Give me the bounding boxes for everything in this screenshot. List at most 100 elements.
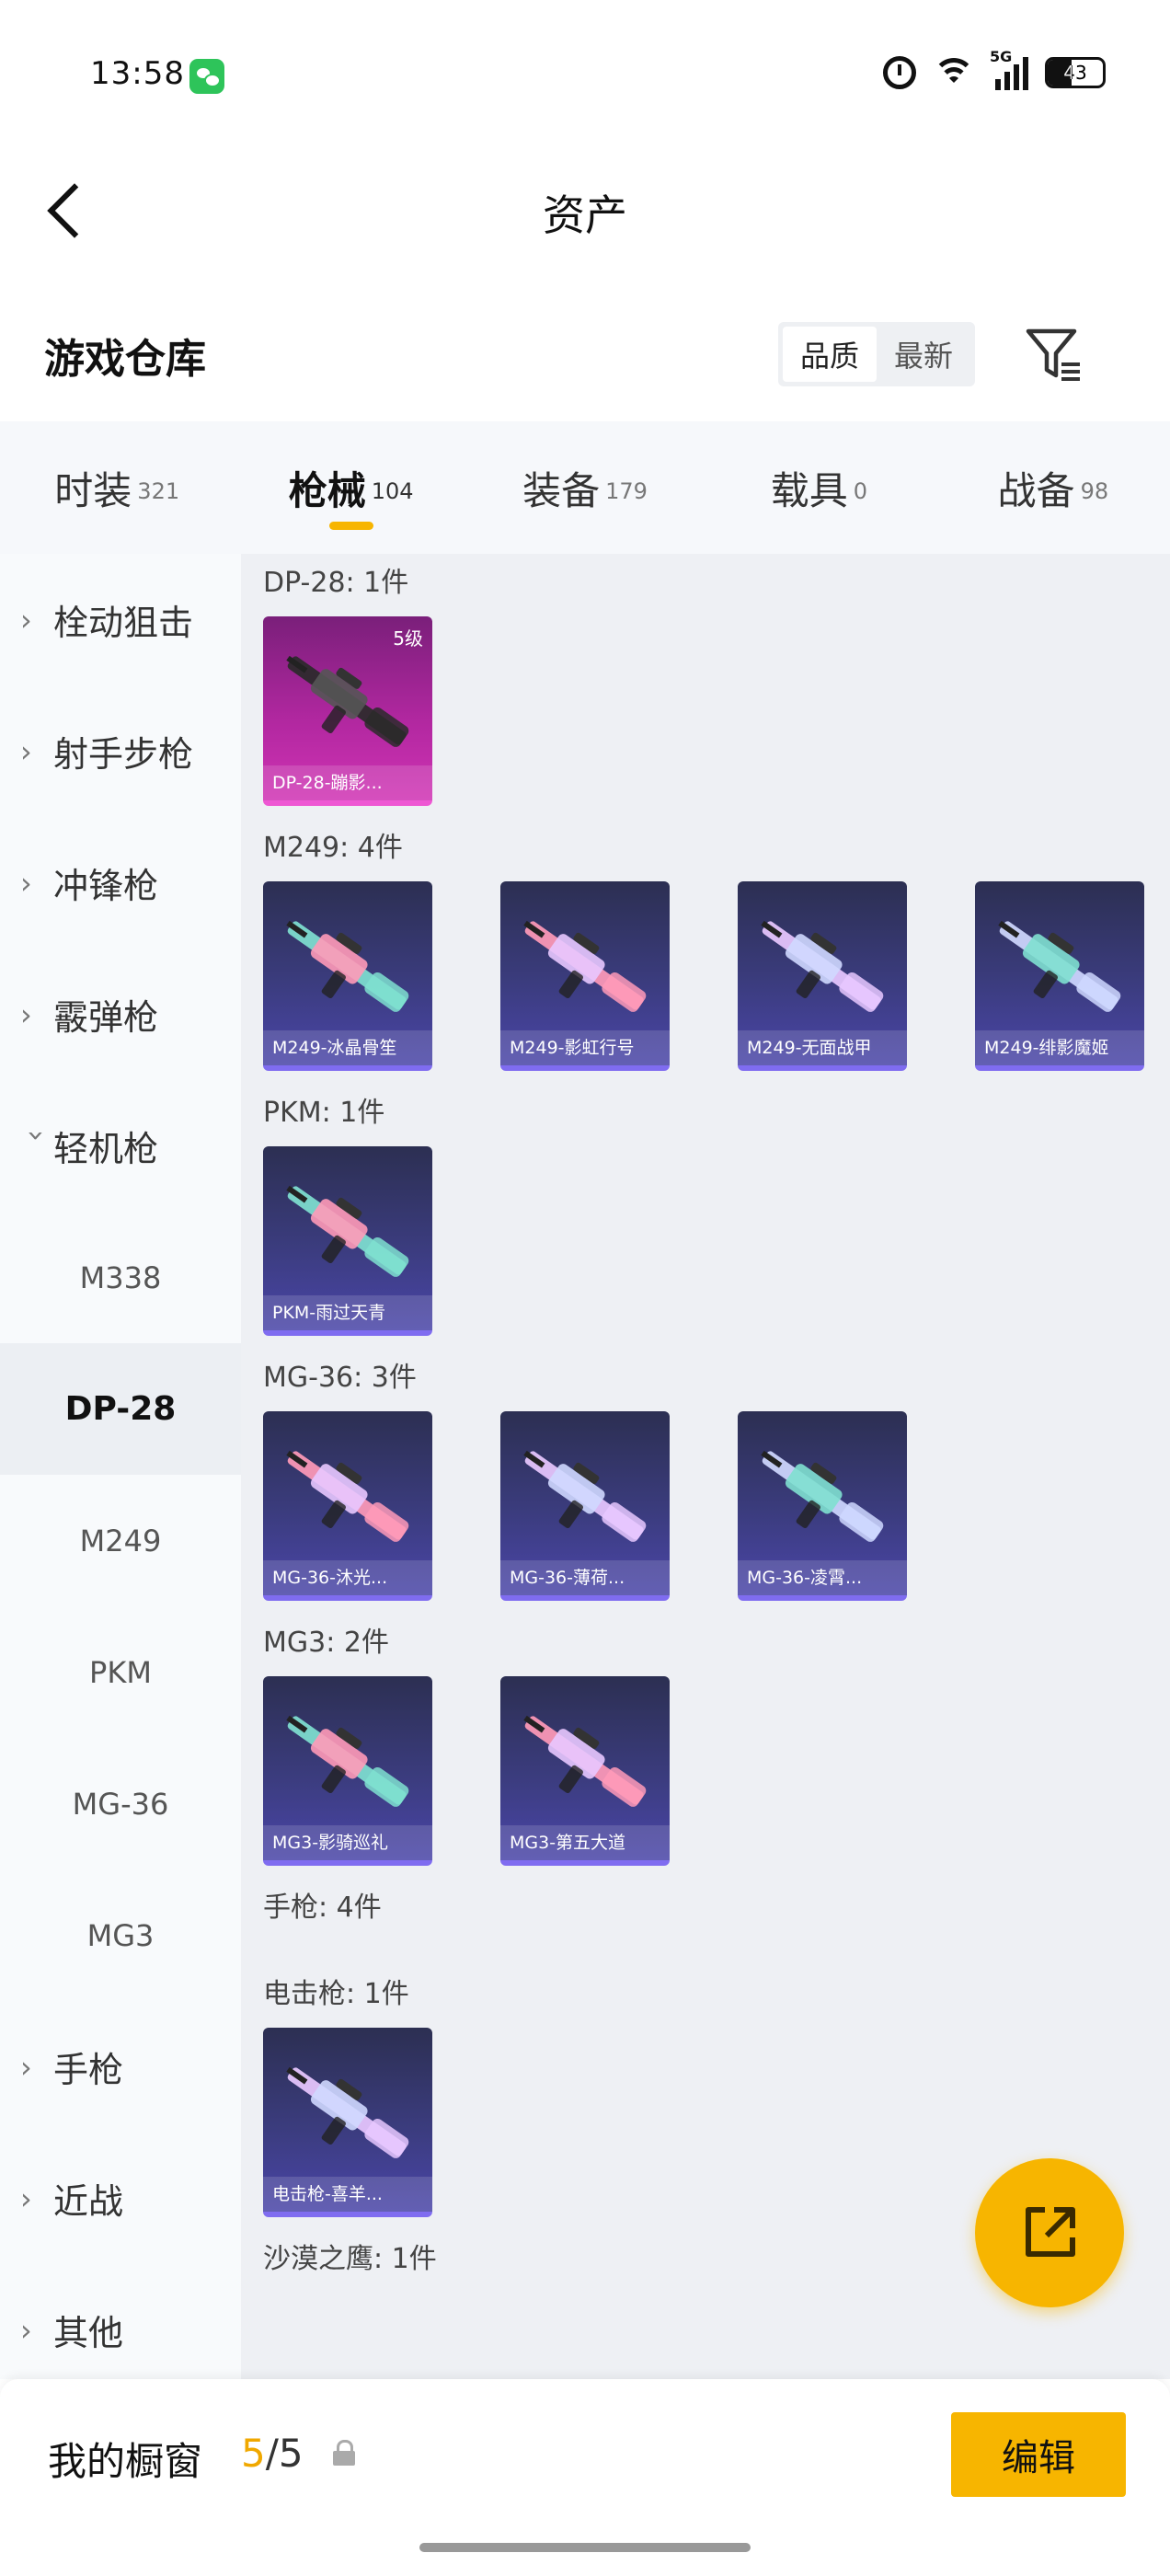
weapon-name: M249-影虹行号	[500, 1030, 670, 1065]
tab-count: 321	[137, 478, 180, 504]
section-label: 沙漠之鹰: 1件	[263, 2243, 437, 2275]
tab-label: 战备	[997, 467, 1075, 513]
weapon-card[interactable]: MG-36-薄荷...	[500, 1411, 670, 1601]
sidebar-item[interactable]: PKM	[0, 1606, 241, 1738]
showcase-label: 我的橱窗	[48, 2439, 203, 2484]
lock-icon	[333, 2440, 355, 2466]
header: 资产	[0, 138, 1170, 276]
status-icons: 5G 43	[883, 48, 1106, 94]
section-label: 手枪: 4件	[263, 1892, 382, 1924]
weapon-name: MG3-第五大道	[500, 1825, 670, 1860]
battery-level: 43	[1063, 62, 1087, 84]
sidebar-item[interactable]: › 冲锋枪	[0, 817, 241, 949]
weapon-image	[761, 920, 884, 1012]
sidebar-item[interactable]: M338	[0, 1212, 241, 1343]
chevron-right-icon: ›	[20, 2049, 32, 2085]
weapon-card[interactable]: M249-绯影魔姬	[975, 881, 1144, 1071]
chevron-down-icon: ›	[19, 1129, 54, 1142]
weapon-name: M249-绯影魔姬	[975, 1030, 1144, 1065]
weapon-card[interactable]: M249-无面战甲	[738, 881, 907, 1071]
edit-button[interactable]: 编辑	[951, 2412, 1126, 2497]
sidebar-item-label: 近战	[53, 2181, 124, 2222]
sidebar-item-label: DP-28	[64, 1390, 177, 1428]
sidebar-item-label: 射手步枪	[53, 734, 194, 775]
tab-count: 179	[605, 478, 648, 504]
weapon-image	[523, 1450, 647, 1542]
share-external-icon	[1026, 2207, 1075, 2257]
weapon-card[interactable]: 5级 DP-28-蹦影...	[263, 616, 432, 806]
tab-count: 98	[1080, 478, 1109, 504]
weapon-name: MG-36-薄荷...	[500, 1560, 670, 1595]
tab-label: 载具	[770, 467, 848, 513]
sidebar-item-label: M249	[79, 1523, 162, 1558]
wechat-icon	[189, 59, 224, 94]
sidebar-item[interactable]: › 射手步枪	[0, 685, 241, 817]
chevron-right-icon: ›	[20, 602, 32, 638]
sidebar-item-label: 霰弹枪	[53, 997, 159, 1038]
weapon-card[interactable]: M249-冰晶骨笙	[263, 881, 432, 1071]
share-button[interactable]	[975, 2158, 1124, 2307]
weapon-card[interactable]: MG3-第五大道	[500, 1676, 670, 1866]
sidebar-item[interactable]: DP-28	[0, 1343, 241, 1475]
weapon-name: M249-冰晶骨笙	[263, 1030, 432, 1065]
sort-toggle: 品质 最新	[778, 322, 975, 386]
sidebar-item[interactable]: MG-36	[0, 1738, 241, 1869]
weapon-card[interactable]: MG-36-凌霄...	[738, 1411, 907, 1601]
sidebar-item[interactable]: M249	[0, 1475, 241, 1606]
section-label: MG3: 2件	[263, 1627, 389, 1659]
showcase-count: 5/5	[241, 2431, 304, 2476]
tab-1[interactable]: 枪械 104	[234, 421, 467, 554]
section-label: MG-36: 3件	[263, 1362, 417, 1394]
sidebar-item-label: PKM	[89, 1654, 152, 1690]
weapon-card[interactable]: M249-影虹行号	[500, 881, 670, 1071]
weapon-card[interactable]: PKM-雨过天青	[263, 1146, 432, 1336]
tab-count: 104	[371, 478, 414, 504]
tab-2[interactable]: 装备 179	[468, 421, 702, 554]
tab-label: 装备	[522, 467, 601, 513]
sidebar-item-label: M338	[79, 1259, 162, 1295]
sidebar-item[interactable]: › 其他	[0, 2264, 241, 2396]
tab-3[interactable]: 载具 0	[702, 421, 935, 554]
weapon-card[interactable]: MG-36-沐光...	[263, 1411, 432, 1601]
status-time: 13:58	[90, 55, 185, 92]
weapon-name: MG-36-凌霄...	[738, 1560, 907, 1595]
sidebar-item[interactable]: › 轻机枪	[0, 1080, 241, 1212]
section-label: M249: 4件	[263, 832, 403, 864]
sidebar-item[interactable]: › 霰弹枪	[0, 949, 241, 1080]
weapon-name: MG3-影骑巡礼	[263, 1825, 432, 1860]
chevron-right-icon: ›	[20, 2312, 32, 2348]
section-label: DP-28: 1件	[263, 567, 409, 599]
signal-icon: 5G	[990, 48, 1028, 90]
tab-4[interactable]: 战备 98	[936, 421, 1170, 554]
weapon-card[interactable]: 电击枪-喜羊...	[263, 2028, 432, 2217]
weapon-image	[286, 1185, 409, 1277]
weapon-name: M249-无面战甲	[738, 1030, 907, 1065]
weapon-image	[523, 920, 647, 1012]
weapon-name: MG-36-沐光...	[263, 1560, 432, 1595]
filter-icon[interactable]	[1023, 324, 1084, 385]
sidebar-item[interactable]: › 手枪	[0, 2001, 241, 2133]
section-label: PKM: 1件	[263, 1097, 385, 1129]
sidebar-item-label: MG-36	[72, 1786, 169, 1822]
grade-badge: 5级	[393, 627, 423, 650]
weapon-image	[286, 1715, 409, 1807]
weapon-image	[286, 2066, 409, 2158]
chevron-right-icon: ›	[20, 865, 32, 901]
sidebar-item[interactable]: › 近战	[0, 2133, 241, 2264]
warehouse-header: 游戏仓库 品质 最新	[0, 304, 1170, 405]
sort-quality-button[interactable]: 品质	[783, 327, 877, 382]
tab-0[interactable]: 时装 321	[0, 421, 234, 554]
sidebar-item[interactable]: › 栓动狙击	[0, 554, 241, 685]
chevron-right-icon: ›	[20, 733, 32, 769]
showcase-current: 5	[241, 2431, 266, 2476]
chevron-right-icon: ›	[20, 996, 32, 1032]
tab-label: 时装	[54, 467, 132, 513]
sidebar-item[interactable]: MG3	[0, 1869, 241, 2001]
sort-newest-button[interactable]: 最新	[877, 327, 970, 382]
weapon-grid: DP-28: 1件 5级 DP-28-蹦影... M249: 4件 M249-冰晶骨笙 M…	[241, 554, 1170, 2379]
weapon-image	[523, 1715, 647, 1807]
sidebar-item-label: 轻机枪	[53, 1129, 159, 1169]
weapon-image	[998, 920, 1121, 1012]
sidebar-item-label: 栓动狙击	[53, 603, 194, 643]
weapon-card[interactable]: MG3-影骑巡礼	[263, 1676, 432, 1866]
